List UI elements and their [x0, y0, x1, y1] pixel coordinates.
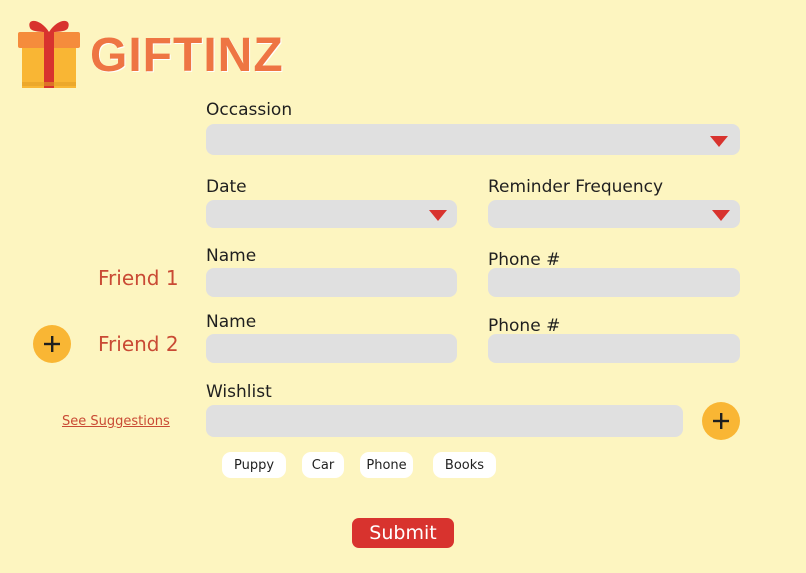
- suggestion-chip-puppy[interactable]: Puppy: [222, 452, 286, 478]
- add-wishlist-item-button[interactable]: [702, 402, 740, 440]
- suggestion-chip-car[interactable]: Car: [302, 452, 344, 478]
- friend-2-name-input[interactable]: [206, 334, 457, 363]
- chevron-down-icon: [710, 136, 728, 147]
- reminder-frequency-label: Reminder Frequency: [488, 177, 664, 197]
- date-label: Date: [206, 177, 247, 197]
- brand-name: GIFTINZ: [90, 29, 284, 82]
- wishlist-input[interactable]: [206, 405, 683, 437]
- friend-1-label: Friend 1: [98, 266, 179, 290]
- plus-icon: [44, 336, 60, 352]
- friend-2-label: Friend 2: [98, 332, 179, 356]
- friend-1-phone-label: Phone #: [488, 250, 561, 270]
- occasion-label: Occassion: [206, 100, 293, 120]
- reminder-frequency-select[interactable]: [488, 200, 740, 228]
- see-suggestions-link[interactable]: See Suggestions: [62, 414, 170, 429]
- date-select[interactable]: [206, 200, 457, 228]
- add-friend-button[interactable]: [33, 325, 71, 363]
- chevron-down-icon: [712, 210, 730, 221]
- suggestion-chip-books[interactable]: Books: [433, 452, 496, 478]
- plus-icon: [713, 413, 729, 429]
- friend-1-name-input[interactable]: [206, 268, 457, 297]
- friend-2-phone-input[interactable]: [488, 334, 740, 363]
- occasion-select[interactable]: [206, 124, 740, 155]
- chevron-down-icon: [429, 210, 447, 221]
- friend-2-name-label: Name: [206, 312, 257, 332]
- friend-1-phone-input[interactable]: [488, 268, 740, 297]
- friend-2-phone-label: Phone #: [488, 316, 561, 336]
- suggestion-chip-phone[interactable]: Phone: [360, 452, 413, 478]
- friend-1-name-label: Name: [206, 246, 257, 266]
- gift-box-icon: [18, 16, 80, 90]
- submit-button[interactable]: Submit: [352, 518, 454, 548]
- wishlist-label: Wishlist: [206, 382, 272, 402]
